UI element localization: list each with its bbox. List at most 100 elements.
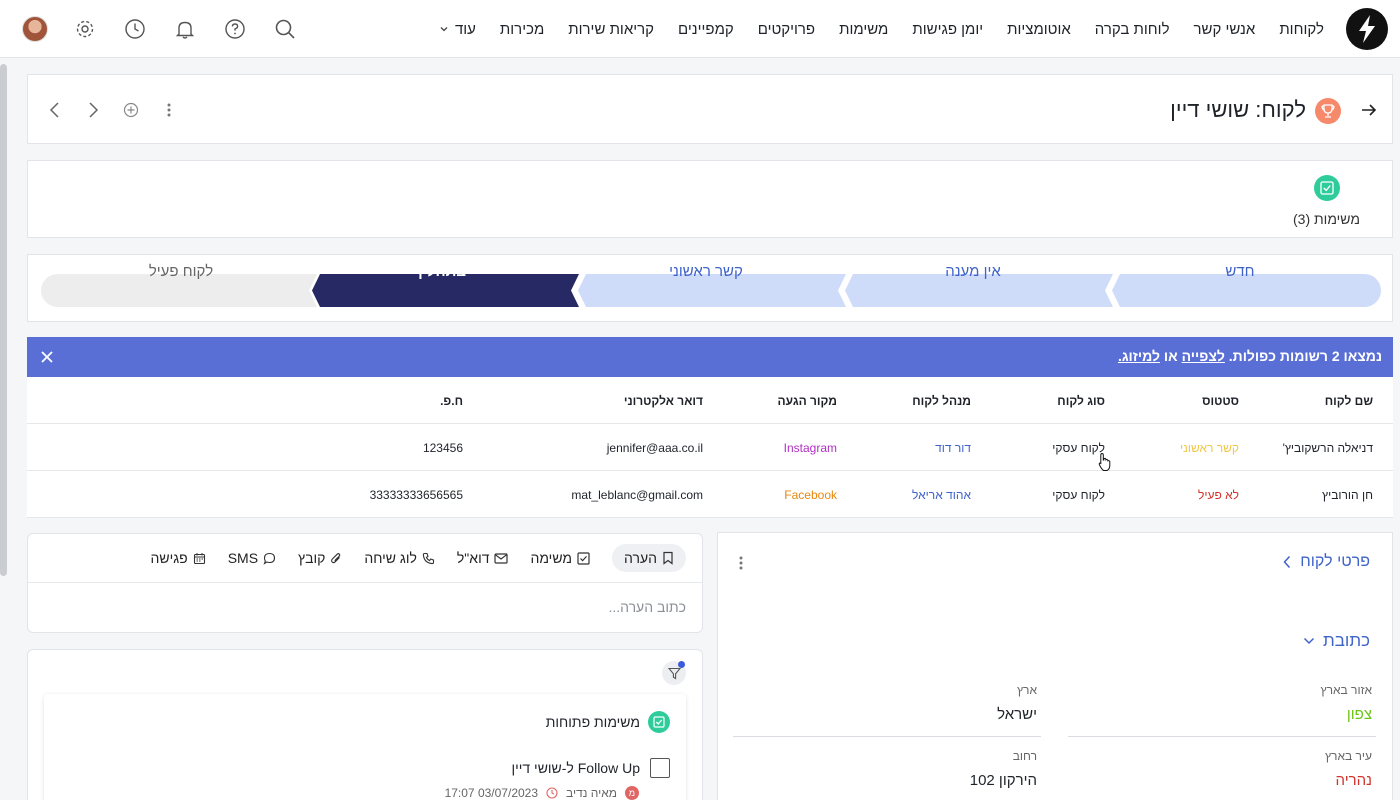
task-check-icon[interactable]	[1314, 175, 1340, 201]
row-name[interactable]: חן הורוביץ	[1322, 488, 1373, 502]
customer-details-toggle[interactable]: פרטי לקוח	[1282, 553, 1370, 571]
table-header: שם לקוח סטטוס סוג לקוח מנהל לקוח מקור הג…	[27, 377, 1393, 424]
nav-item-campaigns[interactable]: קמפיינים	[678, 21, 734, 38]
top-navigation: לקוחות אנשי קשר לוחות בקרה אוטומציות יומ…	[0, 0, 1400, 58]
tab-note[interactable]: הערה	[612, 544, 686, 572]
chevron-left-icon[interactable]	[46, 97, 64, 123]
view-duplicates-link[interactable]: לצפייה	[1182, 348, 1225, 364]
help-icon[interactable]	[220, 14, 250, 44]
tab-label: הערה	[624, 550, 657, 566]
status-pipeline: חדש אין מענה קשר ראשוני בתהליך לקוח פעיל	[27, 254, 1393, 322]
paperclip-icon	[330, 551, 342, 565]
open-tasks-title: משימות פתוחות	[545, 714, 640, 730]
row-email[interactable]: jennifer@aaa.co.il	[607, 441, 703, 455]
row-type: לקוח עסקי	[1052, 488, 1105, 502]
duplicates-prefix: נמצאו 2 רשומות כפולות.	[1228, 348, 1382, 364]
task-checkbox[interactable]	[650, 758, 670, 778]
activity-composer: הערה משימה דוא"ל לוג שיחה קובץ SMS פגישה…	[27, 533, 703, 633]
nav-item-calendar[interactable]: יומן פגישות	[912, 21, 983, 38]
task-title[interactable]: Follow Up ל-שושי דיין	[512, 760, 641, 776]
nav-item-customers[interactable]: לקוחות	[1279, 21, 1324, 38]
search-icon[interactable]	[270, 14, 300, 44]
bookmark-icon	[662, 551, 674, 565]
trophy-icon	[1315, 98, 1341, 124]
field-country[interactable]: ארץ ישראל	[733, 683, 1037, 723]
field-label: אזור בארץ	[1320, 683, 1372, 697]
row-source: Instagram	[783, 441, 837, 455]
nav-more-menu[interactable]: עוד	[439, 21, 476, 38]
merge-duplicates-link[interactable]: למיזוג.	[1118, 348, 1160, 364]
address-title: כתובת	[1323, 631, 1370, 650]
main-nav-links: לקוחות אנשי קשר לוחות בקרה אוטומציות יומ…	[439, 0, 1324, 58]
tab-task[interactable]: משימה	[530, 550, 590, 566]
history-icon[interactable]	[120, 14, 150, 44]
task-item[interactable]: Follow Up ל-שושי דיין	[512, 758, 670, 778]
chat-icon	[263, 552, 276, 565]
field-label: ארץ	[1017, 683, 1037, 697]
row-email[interactable]: mat_leblanc@gmail.com	[571, 488, 703, 502]
pipeline-stage-first-contact-label: קשר ראשוני	[669, 263, 743, 280]
nav-item-tasks[interactable]: משימות	[839, 21, 888, 38]
back-arrow-icon[interactable]	[1360, 101, 1378, 119]
field-value: הירקון 102	[969, 772, 1037, 789]
tab-label: SMS	[227, 550, 259, 566]
address-section-toggle[interactable]: כתובת	[1303, 631, 1370, 651]
tab-meeting[interactable]: פגישה	[151, 550, 206, 566]
row-status: קשר ראשוני	[1180, 441, 1239, 455]
settings-icon[interactable]	[70, 14, 100, 44]
nav-item-contacts[interactable]: אנשי קשר	[1194, 21, 1256, 38]
duplicates-banner: נמצאו 2 רשומות כפולות. לצפייה או למיזוג.	[27, 337, 1393, 377]
duplicates-or: או	[1163, 348, 1178, 364]
field-street[interactable]: רחוב הירקון 102	[733, 749, 1037, 789]
nav-item-service-calls[interactable]: קריאות שירות	[568, 21, 654, 38]
kebab-icon[interactable]	[738, 555, 744, 571]
field-value: נהריה	[1335, 772, 1372, 789]
chevron-down-icon	[439, 24, 449, 34]
nav-item-projects[interactable]: פרויקטים	[758, 21, 815, 38]
user-avatar[interactable]	[20, 14, 50, 44]
column-header-email: דואר אלקטרוני	[623, 394, 703, 408]
kebab-icon[interactable]	[160, 97, 178, 123]
pipeline-stage-current-label: בתהליך	[414, 263, 466, 280]
nav-item-automations[interactable]: אוטומציות	[1007, 21, 1071, 38]
row-manager[interactable]: אהוד אריאל	[912, 488, 971, 502]
table-row[interactable]: דניאלה הרשקוביץ' קשר ראשוני לקוח עסקי דו…	[27, 424, 1393, 471]
add-circle-icon[interactable]	[122, 97, 140, 123]
field-value: ישראל	[997, 706, 1037, 723]
table-row[interactable]: חן הורוביץ לא פעיל לקוח עסקי אהוד אריאל …	[27, 471, 1393, 518]
nav-item-dashboards[interactable]: לוחות בקרה	[1095, 21, 1170, 38]
tab-sms[interactable]: SMS	[228, 550, 276, 566]
field-city[interactable]: עיר בארץ נהריה	[1068, 749, 1372, 789]
app-logo[interactable]	[1346, 8, 1388, 50]
pipeline-stage-future-label: לקוח פעיל	[148, 263, 214, 280]
tab-label: פגישה	[150, 550, 188, 566]
bell-icon[interactable]	[170, 14, 200, 44]
clock-icon	[546, 787, 558, 799]
close-icon[interactable]	[40, 350, 54, 364]
tab-label: משימה	[530, 550, 573, 566]
nav-item-sales[interactable]: מכירות	[500, 21, 544, 38]
tab-email[interactable]: דוא"ל	[457, 550, 509, 566]
field-region[interactable]: אזור בארץ צפון	[1068, 683, 1372, 723]
column-header-source: מקור הגעה	[777, 394, 837, 408]
activity-feed: משימות פתוחות Follow Up ל-שושי דיין מ מא…	[27, 649, 703, 800]
tab-file[interactable]: קובץ	[298, 550, 342, 566]
tab-label: דוא"ל	[456, 550, 490, 566]
nav-more-label: עוד	[454, 20, 476, 38]
duplicates-table: שם לקוח סטטוס סוג לקוח מנהל לקוח מקור הג…	[27, 377, 1393, 518]
task-assignee: מאיה נדיב	[566, 786, 617, 800]
chevron-left-icon	[1282, 555, 1292, 569]
tasks-count-label[interactable]: משימות (3)	[1293, 211, 1360, 227]
row-manager[interactable]: דור דוד	[935, 441, 971, 455]
column-header-hp: ח.פ.	[440, 394, 463, 408]
row-name[interactable]: דניאלה הרשקוביץ'	[1283, 441, 1373, 455]
tab-call-log[interactable]: לוג שיחה	[364, 550, 435, 566]
note-input[interactable]: כתוב הערה...	[608, 599, 686, 615]
row-source: Facebook	[784, 488, 837, 502]
record-navigation	[46, 97, 178, 123]
page-scrollbar[interactable]	[0, 64, 7, 576]
checkbox-icon	[577, 551, 590, 565]
duplicates-message: נמצאו 2 רשומות כפולות. לצפייה או למיזוג.	[1118, 348, 1382, 364]
open-tasks-header: משימות פתוחות	[546, 711, 670, 733]
chevron-right-icon[interactable]	[84, 97, 102, 123]
